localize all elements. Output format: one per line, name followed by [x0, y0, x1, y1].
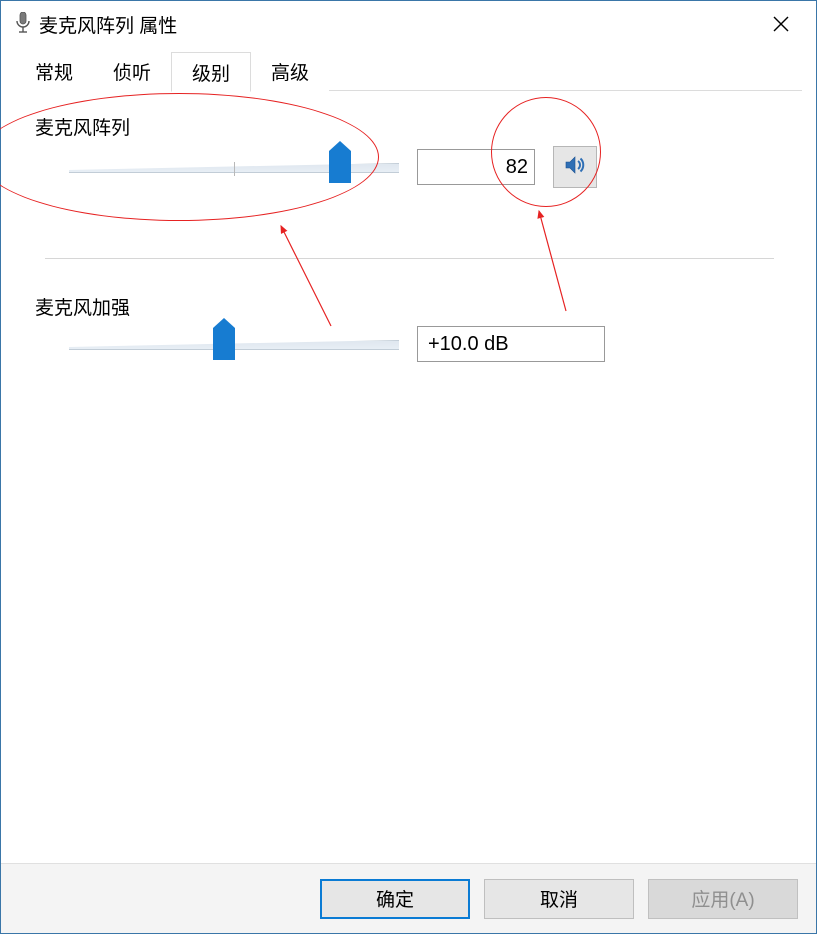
mute-button[interactable]	[553, 146, 597, 188]
cancel-button[interactable]: 取消	[484, 879, 634, 919]
mic-boost-value: +10.0 dB	[417, 326, 605, 362]
tab-advanced[interactable]: 高级	[251, 51, 329, 91]
microphone-icon	[15, 12, 31, 36]
close-button[interactable]	[746, 1, 816, 47]
speaker-icon	[563, 153, 587, 182]
mic-boost-slider-thumb[interactable]	[213, 328, 235, 360]
mic-array-slider-thumb[interactable]	[329, 151, 351, 183]
properties-dialog: 麦克风阵列 属性 常规 侦听 级别 高级 麦克风阵列 82	[0, 0, 817, 934]
divider	[45, 258, 774, 259]
mic-boost-label: 麦克风加强	[35, 293, 784, 320]
mic-array-value[interactable]: 82	[417, 149, 535, 185]
mic-array-label: 麦克风阵列	[35, 113, 784, 140]
mic-boost-slider[interactable]	[69, 326, 399, 362]
tab-general[interactable]: 常规	[15, 51, 93, 91]
mic-boost-group: 麦克风加强 +10.0 dB	[35, 293, 784, 362]
dialog-footer: 确定 取消 应用(A)	[1, 863, 816, 933]
mic-array-slider[interactable]	[69, 149, 399, 185]
tab-listen[interactable]: 侦听	[93, 51, 171, 91]
tab-levels[interactable]: 级别	[171, 52, 251, 92]
apply-button: 应用(A)	[648, 879, 798, 919]
tab-strip: 常规 侦听 级别 高级	[1, 47, 816, 91]
window-title: 麦克风阵列 属性	[39, 11, 177, 38]
title-bar: 麦克风阵列 属性	[1, 1, 816, 47]
mic-array-group: 麦克风阵列 82	[35, 113, 784, 188]
ok-button[interactable]: 确定	[320, 879, 470, 919]
tab-content-levels: 麦克风阵列 82	[1, 91, 816, 851]
